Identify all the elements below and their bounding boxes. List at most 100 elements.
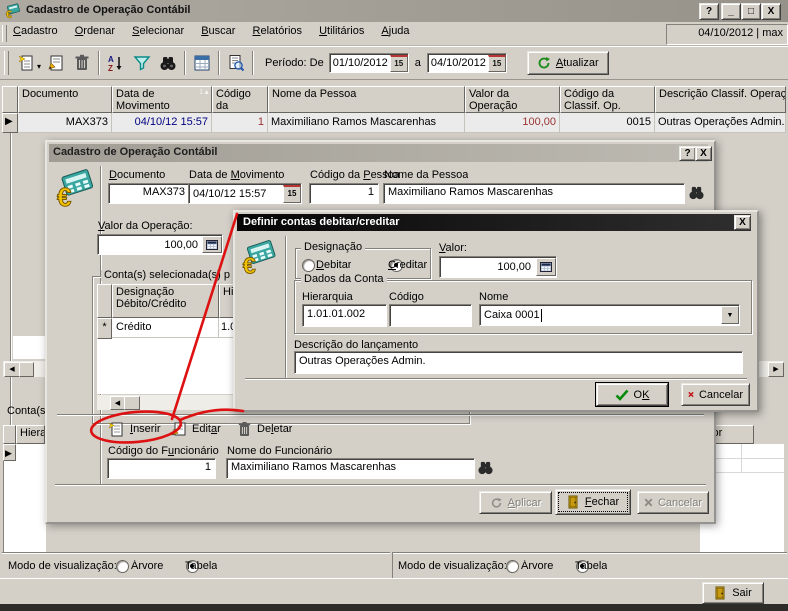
- codigo-pessoa-input[interactable]: 1: [309, 183, 379, 204]
- sair-button[interactable]: Sair: [702, 582, 764, 604]
- close-button[interactable]: X: [761, 3, 781, 20]
- menu-ordenar[interactable]: Ordenar: [68, 22, 122, 40]
- row-selector[interactable]: ▶: [2, 113, 18, 133]
- inserir-icon[interactable]: [109, 421, 124, 437]
- toolbar-separator: [184, 51, 186, 75]
- toolbar-grip: [4, 51, 9, 75]
- delete-record-icon[interactable]: [69, 50, 95, 76]
- combo-dropdown-icon[interactable]: ▼: [721, 306, 739, 324]
- menu-buscar[interactable]: Buscar: [194, 22, 242, 40]
- grid-col-codigo-pessoa[interactable]: Código da Pessoa: [212, 86, 268, 113]
- dialog-titlebar: Cadastro de Operação Contábil ? X: [49, 144, 708, 162]
- calendar-icon[interactable]: 15: [283, 185, 301, 203]
- menu-cadastro[interactable]: Cadastro: [6, 22, 65, 40]
- grid-col-nome-pessoa[interactable]: Nome da Pessoa: [268, 86, 465, 113]
- grid-col-valor-operacao[interactable]: Valor da Operação: [465, 86, 560, 113]
- debitar-label[interactable]: Debitar: [316, 259, 351, 271]
- view-mode-tree-label[interactable]: Árvore: [521, 560, 553, 572]
- status-bar: Sair: [0, 578, 788, 605]
- table-view-icon[interactable]: [189, 50, 215, 76]
- cell-documento[interactable]: MAX373: [18, 113, 112, 133]
- grid-col-documento[interactable]: Documento: [18, 86, 112, 113]
- calculator-icon[interactable]: [202, 236, 222, 253]
- codigo-funcionario-input[interactable]: 1: [107, 458, 216, 479]
- menu-utilitarios[interactable]: Utilitários: [312, 22, 371, 40]
- valor-operacao-input[interactable]: 100,00: [97, 234, 223, 255]
- grid-col-codigo-classif[interactable]: Código da Classif. Op. Admin.: [560, 86, 655, 113]
- cell-nome-pessoa[interactable]: Maximiliano Ramos Mascarenhas: [268, 113, 465, 133]
- left-panel-col-header[interactable]: Hiera: [16, 425, 45, 444]
- scroll-right-button[interactable]: ▶: [768, 362, 784, 377]
- debitar-radio[interactable]: [302, 259, 315, 272]
- cell-codigo-classif[interactable]: 0015: [560, 113, 655, 133]
- help-window-button[interactable]: ?: [699, 3, 719, 20]
- search-person-binoculars-icon[interactable]: [688, 185, 705, 200]
- cancelar-button[interactable]: Cancelar: [681, 383, 750, 406]
- cell-valor-operacao[interactable]: 100,00: [465, 113, 560, 133]
- cell-codigo-pessoa[interactable]: 1: [212, 113, 268, 133]
- edit-record-icon[interactable]: [43, 50, 69, 76]
- menu-selecionar[interactable]: Selecionar: [125, 22, 191, 40]
- view-mode-tree-radio[interactable]: [116, 560, 129, 573]
- menu-ajuda[interactable]: Ajuda: [374, 22, 416, 40]
- calculator-icon[interactable]: [536, 258, 556, 276]
- period-to-value[interactable]: 04/10/2012: [428, 57, 488, 69]
- scroll-left-button[interactable]: ◀: [4, 362, 20, 377]
- grid-col-descricao-classif[interactable]: Descrição Classif. Operaç: [655, 86, 786, 113]
- deletar-button[interactable]: Deletar: [257, 423, 292, 435]
- nome-funcionario-input[interactable]: Maximiliano Ramos Mascarenhas: [226, 458, 475, 479]
- period-from-input[interactable]: 01/10/2012 15: [329, 53, 409, 73]
- close-button[interactable]: X: [734, 215, 751, 230]
- nome-combobox[interactable]: Caixa 0001 ▼: [479, 304, 740, 326]
- left-panel-row-selector[interactable]: ▶: [3, 444, 16, 461]
- scrollbar-thumb[interactable]: [19, 362, 34, 377]
- close-button[interactable]: X: [695, 146, 712, 161]
- aplicar-button[interactable]: Aplicar: [479, 491, 552, 514]
- search-employee-binoculars-icon[interactable]: [477, 460, 494, 475]
- nome-pessoa-input[interactable]: Maximiliano Ramos Mascarenhas: [383, 183, 685, 204]
- minimize-button[interactable]: _: [721, 3, 741, 20]
- view-mode-table-label[interactable]: Tabela: [185, 560, 217, 572]
- scrollbar-thumb[interactable]: [124, 396, 140, 410]
- sort-az-icon[interactable]: A Z: [103, 50, 129, 76]
- creditar-label[interactable]: Creditar: [388, 259, 427, 271]
- editar-icon[interactable]: [171, 421, 187, 437]
- deletar-icon[interactable]: [238, 421, 251, 437]
- calendar-icon[interactable]: 15: [488, 55, 506, 72]
- contas-grid-cell-designacao[interactable]: Crédito: [112, 318, 219, 338]
- new-record-dropdown-icon[interactable]: ▾: [37, 62, 41, 71]
- inserir-button[interactable]: Inserir: [130, 423, 161, 435]
- cell-data-movimento[interactable]: 04/10/12 15:57: [112, 113, 212, 133]
- scroll-left-button[interactable]: ◀: [110, 396, 125, 410]
- menu-relatorios[interactable]: Relatórios: [246, 22, 310, 40]
- period-to-input[interactable]: 04/10/2012 15: [427, 53, 507, 73]
- report-preview-icon[interactable]: [223, 50, 249, 76]
- maximize-button[interactable]: □: [741, 3, 761, 20]
- view-mode-table-label[interactable]: Tabela: [575, 560, 607, 572]
- calendar-icon[interactable]: 15: [390, 55, 408, 72]
- left-panel-selector-header: [3, 425, 16, 444]
- fechar-button[interactable]: Fechar: [555, 489, 631, 515]
- contas-grid-row-selector[interactable]: *: [97, 318, 112, 339]
- documento-input[interactable]: MAX373: [108, 183, 190, 204]
- hierarquia-input[interactable]: 1.01.01.002: [302, 304, 387, 327]
- view-mode-tree-radio[interactable]: [506, 560, 519, 573]
- codigo-input[interactable]: [389, 304, 472, 327]
- ok-button[interactable]: OK: [596, 383, 668, 406]
- grid-col-data-movimento[interactable]: Data de Movimento 1▲: [112, 86, 212, 113]
- atualizar-button[interactable]: Atualizar: [527, 51, 609, 75]
- new-record-button[interactable]: [13, 50, 39, 76]
- period-from-value[interactable]: 01/10/2012: [330, 57, 390, 69]
- cell-descricao-classif[interactable]: Outras Operações Admin.: [655, 113, 786, 133]
- cancelar-button[interactable]: Cancelar: [637, 491, 709, 514]
- valor-input[interactable]: 100,00: [439, 256, 557, 278]
- view-mode-tree-label[interactable]: Árvore: [131, 560, 163, 572]
- contas-grid-col-designacao[interactable]: Designação Débito/Crédito: [112, 284, 219, 318]
- data-movimento-input[interactable]: 04/10/12 15:57 15: [188, 183, 302, 204]
- filter-icon[interactable]: [129, 50, 155, 76]
- search-binoculars-icon[interactable]: [155, 50, 181, 76]
- descricao-input[interactable]: Outras Operações Admin.: [294, 351, 743, 374]
- h-scrollbar-track[interactable]: ◀: [3, 361, 45, 377]
- help-window-button[interactable]: ?: [679, 146, 696, 161]
- editar-button[interactable]: Editar: [192, 423, 221, 435]
